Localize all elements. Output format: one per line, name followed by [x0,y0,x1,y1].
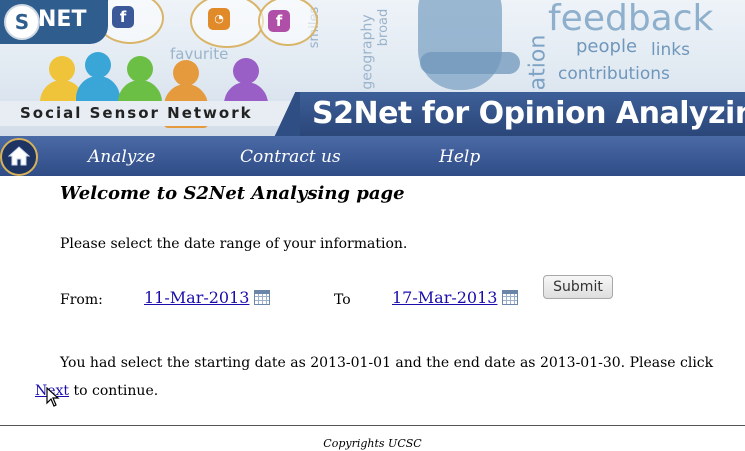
footer-copyright: Copyrights UCSC [323,437,422,450]
to-label: To [334,292,351,308]
home-button[interactable] [0,138,38,176]
logo-emblem: S [4,4,40,40]
header-banner: feedback people links contributions favu… [0,0,745,136]
footer-divider [0,425,745,426]
decorative-shape [418,0,502,90]
mouse-cursor-icon [46,387,60,407]
cloud-word: links [651,40,690,60]
cloud-word: contributions [558,64,670,84]
cloud-word: favurite [170,45,229,63]
home-icon [8,146,30,166]
facebook-icon: f [112,6,134,28]
site-tagline: Social Sensor Network [20,104,253,122]
site-logo[interactable]: S NET [0,0,108,44]
facebook-icon: f [268,10,290,32]
submit-button[interactable]: Submit [543,275,613,299]
cloud-word: geography [359,14,376,90]
page-title: Welcome to S2Net Analysing page [60,183,405,204]
to-date-link[interactable]: 17-Mar-2013 [392,288,497,307]
selection-message: You had select the starting date as 2013… [35,349,725,405]
decorative-shape [420,52,520,74]
message-text-end: to continue. [69,383,159,399]
cloud-word: people [576,36,638,57]
message-text: You had select the starting date as 2013… [60,355,714,371]
calendar-icon[interactable] [254,290,270,305]
nav-item-contract-us[interactable]: Contract us [240,147,341,167]
from-label: From: [60,292,103,308]
logo-text: NET [38,7,87,32]
cloud-word: broad [376,8,392,47]
cloud-word: feedback [548,0,714,39]
from-date-link[interactable]: 11-Mar-2013 [144,288,249,307]
nav-item-analyze[interactable]: Analyze [88,147,155,167]
cloud-word: ation [525,34,551,91]
nav-item-help[interactable]: Help [439,147,480,167]
rss-icon: ◔ [208,8,230,30]
site-title: S2Net for Opinion Analyzing [312,96,745,131]
date-range-prompt: Please select the date range of your inf… [60,236,408,252]
calendar-icon[interactable] [502,290,518,305]
